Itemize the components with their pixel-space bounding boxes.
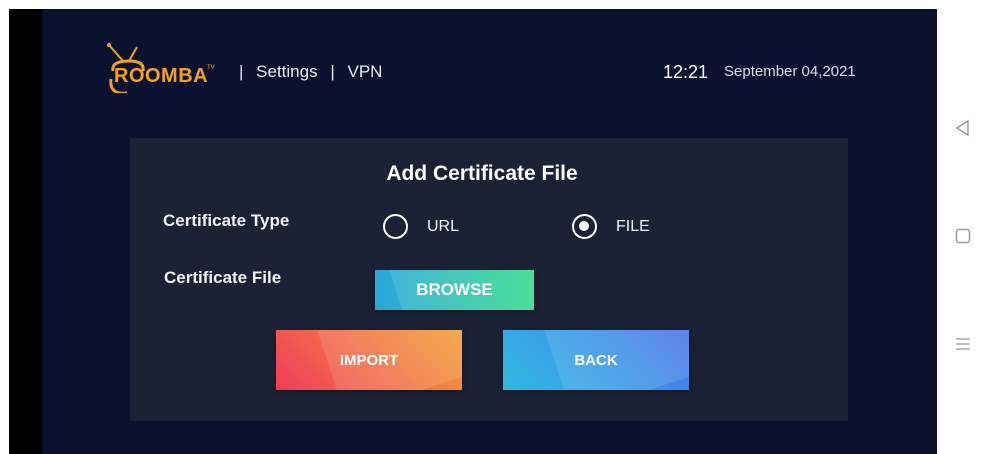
- dialog-title: Add Certificate File: [386, 162, 578, 185]
- breadcrumb: | Settings | VPN: [231, 62, 382, 82]
- radio-url-ring[interactable]: [383, 214, 408, 239]
- certificate-file-label: Certificate File: [164, 268, 282, 287]
- roomba-tv-logo: ROOMBA TV: [99, 35, 219, 93]
- logo-superscript: TV: [207, 65, 215, 71]
- app-screen: ROOMBA TV | Settings | VPN 12:21 Septemb…: [9, 9, 937, 454]
- import-button[interactable]: IMPORT: [276, 330, 462, 390]
- radio-url-label: URL: [427, 217, 460, 235]
- radio-url[interactable]: URL: [383, 214, 459, 239]
- system-navigation-bar: [937, 0, 986, 454]
- back-button-label: BACK: [574, 351, 618, 369]
- add-certificate-dialog: Add Certificate File Certificate Type UR…: [130, 138, 848, 421]
- browse-button[interactable]: BROWSE: [375, 270, 534, 310]
- radio-file-ring[interactable]: [572, 214, 597, 239]
- device-frame: ROOMBA TV | Settings | VPN 12:21 Septemb…: [0, 0, 986, 454]
- breadcrumb-separator: |: [330, 62, 335, 81]
- breadcrumb-settings[interactable]: Settings: [256, 62, 317, 81]
- radio-file-label: FILE: [616, 217, 650, 235]
- clock-time: 12:21: [663, 62, 709, 82]
- radio-file[interactable]: FILE: [572, 214, 650, 239]
- menu-lines-icon[interactable]: [954, 335, 972, 353]
- browse-button-label: BROWSE: [416, 280, 493, 299]
- breadcrumb-vpn[interactable]: VPN: [347, 62, 382, 81]
- logo-text: ROOMBA: [114, 65, 209, 87]
- breadcrumb-separator: |: [239, 62, 244, 81]
- current-date: September 04,2021: [724, 63, 856, 80]
- back-triangle-icon[interactable]: [954, 119, 972, 137]
- home-square-icon[interactable]: [954, 227, 972, 245]
- import-button-label: IMPORT: [339, 351, 399, 369]
- back-button[interactable]: BACK: [503, 330, 689, 390]
- certificate-type-label: Certificate Type: [163, 211, 290, 230]
- left-black-bar: [9, 9, 42, 454]
